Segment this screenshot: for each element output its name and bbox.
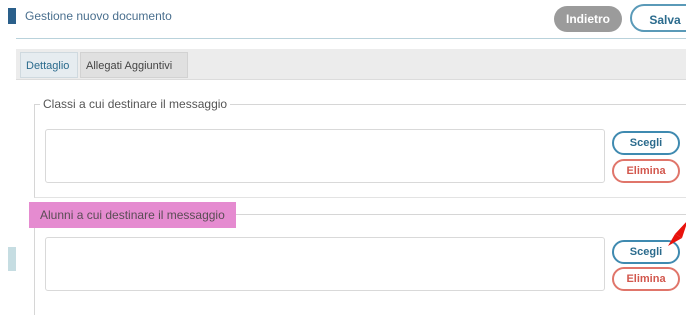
- back-button[interactable]: Indietro: [554, 6, 622, 32]
- tab-dettaglio[interactable]: Dettaglio: [20, 52, 78, 78]
- tab-bar: Dettaglio Allegati Aggiuntivi: [16, 49, 686, 80]
- classi-selection-box: [45, 129, 605, 183]
- alunni-section-legend: Alunni a cui destinare il messaggio: [29, 202, 236, 228]
- alunni-selection-box: [45, 237, 605, 291]
- left-accent-strip: [8, 8, 16, 24]
- header-divider: [16, 38, 686, 39]
- classi-section-legend: Classi a cui destinare il messaggio: [40, 97, 231, 111]
- left-sidebar-edge: [8, 247, 16, 271]
- alunni-delete-button[interactable]: Elimina: [612, 267, 680, 291]
- classi-delete-button[interactable]: Elimina: [612, 159, 680, 183]
- page-title: Gestione nuovo documento: [25, 9, 172, 23]
- save-button[interactable]: Salva: [630, 4, 686, 32]
- classi-choose-button[interactable]: Scegli: [612, 131, 680, 155]
- annotation-arrow-icon: [668, 222, 686, 246]
- tab-allegati-aggiuntivi[interactable]: Allegati Aggiuntivi: [80, 52, 188, 78]
